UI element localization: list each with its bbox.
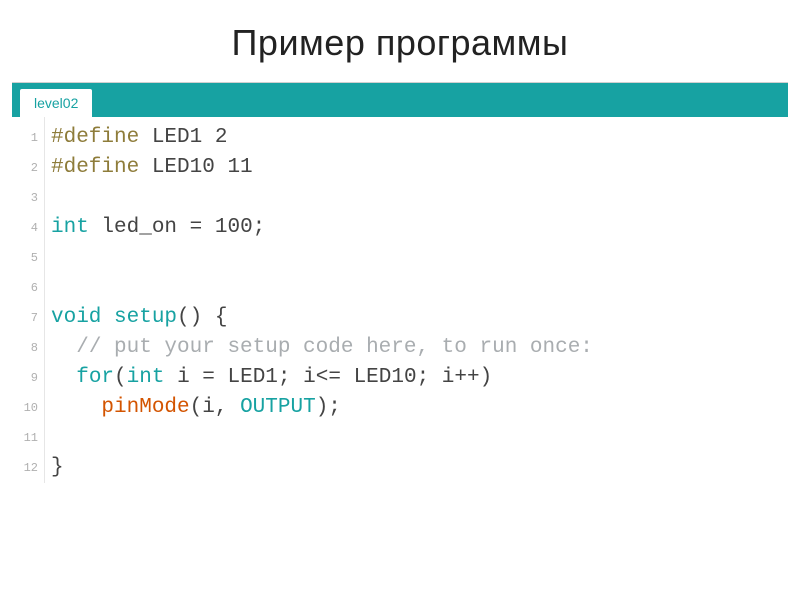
line-number: 11	[12, 423, 44, 453]
code-line[interactable]: int led_on = 100;	[51, 213, 788, 243]
code-token: (	[190, 396, 203, 419]
line-number-gutter: 123456789101112	[12, 117, 44, 483]
code-token: setup	[114, 306, 177, 329]
code-line[interactable]: }	[51, 453, 788, 483]
code-token: ,	[215, 396, 240, 419]
code-token: ;	[253, 216, 266, 239]
code-token: #define	[51, 126, 152, 149]
code-token: i	[442, 366, 455, 389]
code-line[interactable]: // put your setup code here, to run once…	[51, 333, 788, 363]
line-number: 8	[12, 333, 44, 363]
code-token: 11	[227, 156, 252, 179]
code-token: LED1	[228, 366, 278, 389]
line-number: 3	[12, 183, 44, 213]
code-line[interactable]: #define LED1 2	[51, 123, 788, 153]
line-number: 6	[12, 273, 44, 303]
tab-level02[interactable]: level02	[20, 89, 92, 117]
code-token	[51, 366, 76, 389]
code-token: void	[51, 306, 114, 329]
code-token: int	[51, 216, 101, 239]
code-token: ;	[417, 366, 442, 389]
line-number: 10	[12, 393, 44, 423]
code-token: 100	[215, 216, 253, 239]
code-token: pinMode	[101, 396, 189, 419]
code-token: i	[202, 396, 215, 419]
code-token: 2	[215, 126, 228, 149]
code-line[interactable]: pinMode(i, OUTPUT);	[51, 393, 788, 423]
code-token: #define	[51, 156, 152, 179]
code-token	[51, 396, 101, 419]
code-token: ;	[278, 366, 303, 389]
code-token: int	[127, 366, 177, 389]
code-line[interactable]	[51, 183, 788, 213]
code-line[interactable]: #define LED10 11	[51, 153, 788, 183]
code-token: <=	[316, 366, 354, 389]
code-token: LED10	[152, 156, 228, 179]
code-editor: level02 123456789101112 #define LED1 2#d…	[12, 82, 788, 483]
code-token: ++)	[454, 366, 492, 389]
code-token: (	[114, 366, 127, 389]
code-token: OUTPUT	[240, 396, 316, 419]
code-token: () {	[177, 306, 227, 329]
line-number: 1	[12, 123, 44, 153]
code-token: LED1	[152, 126, 215, 149]
tab-bar: level02	[12, 83, 788, 117]
line-number: 7	[12, 303, 44, 333]
line-number: 12	[12, 453, 44, 483]
code-token: LED10	[354, 366, 417, 389]
code-token: for	[76, 366, 114, 389]
line-number: 4	[12, 213, 44, 243]
code-token: =	[202, 366, 227, 389]
code-line[interactable]: void setup() {	[51, 303, 788, 333]
code-line[interactable]	[51, 273, 788, 303]
code-line[interactable]	[51, 423, 788, 453]
code-area[interactable]: 123456789101112 #define LED1 2#define LE…	[12, 117, 788, 483]
line-number: 5	[12, 243, 44, 273]
code-token: }	[51, 456, 64, 479]
line-number: 2	[12, 153, 44, 183]
slide-title: Пример программы	[0, 0, 800, 82]
code-token: i	[303, 366, 316, 389]
code-token: );	[316, 396, 341, 419]
code-token	[51, 336, 76, 359]
code-token: =	[190, 216, 215, 239]
code-line[interactable]: for(int i = LED1; i<= LED10; i++)	[51, 363, 788, 393]
code-content[interactable]: #define LED1 2#define LED10 11int led_on…	[44, 117, 788, 483]
line-number: 9	[12, 363, 44, 393]
code-token: led_on	[101, 216, 189, 239]
code-token: i	[177, 366, 202, 389]
code-line[interactable]	[51, 243, 788, 273]
code-token: // put your setup code here, to run once…	[76, 336, 593, 359]
